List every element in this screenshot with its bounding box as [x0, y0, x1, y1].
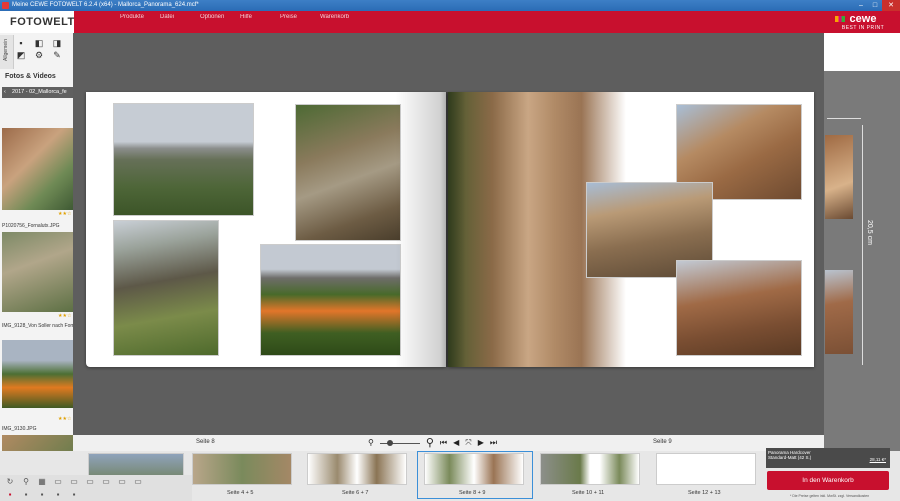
folder-name: 2017 - 02_Mallorca_fe: [12, 89, 67, 95]
menu-warenkorb[interactable]: Warenkorb: [320, 14, 360, 20]
navigation-tools: ⚲ ⚲ ⏮ ◀ ⤧ ▶ ⏭: [368, 436, 497, 450]
tab-allgemein[interactable]: Allgemein: [3, 39, 9, 61]
menu-optionen[interactable]: Optionen: [200, 14, 240, 20]
view-icon[interactable]: ▪: [36, 490, 48, 500]
menu-produkte[interactable]: Produkte: [120, 14, 160, 20]
filmstrip-label: Seite 10 + 11: [572, 490, 605, 496]
last-page-icon[interactable]: ⏭: [490, 436, 497, 450]
export-icon[interactable]: ◨: [52, 38, 62, 48]
photo-mountains[interactable]: [113, 103, 254, 216]
photo-orange-grove[interactable]: [260, 244, 401, 356]
tool-icons: ▪ ◧ ◨ ◩ ⚙ ✎: [16, 38, 72, 60]
cewe-logo-icon: [835, 16, 845, 22]
add-to-cart-button[interactable]: In den Warenkorb: [767, 471, 889, 490]
photo-thumbnail[interactable]: [2, 232, 73, 312]
fotowelt-logo: FOTOWELT: [0, 11, 74, 33]
side-tabs: Allgemein: [0, 35, 14, 69]
view-icon[interactable]: ▪: [20, 490, 32, 500]
product-price[interactable]: 28,11 €*: [870, 457, 886, 462]
wand-icon[interactable]: ✎: [52, 50, 62, 60]
zoom-slider[interactable]: [379, 439, 420, 446]
next-page-icon[interactable]: ▶: [478, 436, 484, 450]
layout-icon[interactable]: ▭: [132, 477, 144, 487]
chevron-left-icon[interactable]: ‹: [4, 87, 6, 98]
dimension-line: [862, 125, 863, 365]
dimension-line: [827, 118, 861, 119]
folder-select[interactable]: ‹ 2017 - 02_Mallorca_fe: [2, 87, 73, 98]
filmstrip-selection: [417, 451, 533, 499]
layout-icon[interactable]: ▭: [116, 477, 128, 487]
price-note: * Die Preise gelten inkl. MwSt. zzgl. Ve…: [790, 494, 870, 498]
view-icon[interactable]: ▪: [68, 490, 80, 500]
window-controls: – □ ✕: [854, 0, 900, 11]
zoom-out-icon[interactable]: ⚲: [368, 436, 374, 450]
menu-datei[interactable]: Datei: [160, 14, 200, 20]
zoom-in-icon[interactable]: ⚲: [426, 436, 434, 450]
settings-icon[interactable]: ◩: [16, 50, 26, 60]
photo-rating[interactable]: ★★☆: [58, 416, 71, 422]
photo-stone-path[interactable]: [295, 104, 401, 241]
product-info: Panorama Hardcover Standard-Matt (42 S.)…: [766, 448, 890, 468]
cewe-logo: cewe BEST IN PRINT: [826, 13, 900, 33]
photo-label: P1020756_Fornalutx.JPG: [2, 223, 60, 229]
first-page-icon[interactable]: ⏮: [440, 436, 447, 450]
filmstrip-spread[interactable]: [192, 453, 292, 485]
right-page-label: Seite 9: [653, 439, 672, 445]
photo-thumbnail[interactable]: [2, 340, 73, 408]
photo-thumbnail[interactable]: [2, 128, 73, 210]
spine-shadow-left: [395, 92, 448, 367]
grid-icon[interactable]: ▦: [36, 477, 48, 487]
filmstrip-label: Seite 6 + 7: [342, 490, 369, 496]
filmstrip-spread[interactable]: [307, 453, 407, 485]
zoom-slider-knob[interactable]: [386, 439, 393, 446]
bottom-toolbar: ↻ ⚲ ▦ ▭ ▭ ▭ ▭ ▭ ▭ ▪ ▪ ▪ ▪ ▪: [0, 475, 192, 501]
layout-icon[interactable]: ▭: [100, 477, 112, 487]
gear-icon[interactable]: ⚙: [34, 50, 44, 60]
layout-icon[interactable]: ▭: [68, 477, 80, 487]
layout-icon[interactable]: ▭: [52, 477, 64, 487]
menu-preise[interactable]: Preise: [280, 14, 320, 20]
photo-houses-bottom[interactable]: [676, 260, 802, 356]
spine-shadow-right: [448, 92, 466, 367]
photo-label: IMG_9130.JPG: [2, 426, 37, 432]
filmstrip-spread[interactable]: [540, 453, 640, 485]
next-page-preview-photo: [825, 270, 853, 354]
rotate-icon[interactable]: ↻: [4, 477, 16, 487]
photo-rating[interactable]: ★★☆: [58, 211, 71, 217]
right-panel-header: [824, 33, 900, 71]
minimize-button[interactable]: –: [854, 0, 868, 11]
menu-hilfe[interactable]: Hilfe: [240, 14, 280, 20]
search-icon[interactable]: ⚲: [20, 477, 32, 487]
app-icon: [2, 2, 9, 9]
filmstrip-spread[interactable]: [656, 453, 756, 485]
fit-view-icon[interactable]: ⤧: [465, 436, 471, 450]
filmstrip-label: Seite 4 + 5: [227, 490, 254, 496]
window-title: Meine CEWE FOTOWELT 6.2.4 (x64) - Mallor…: [12, 2, 199, 8]
left-page-label: Seite 8: [196, 439, 215, 445]
window-titlebar: Meine CEWE FOTOWELT 6.2.4 (x64) - Mallor…: [0, 0, 900, 11]
view-icon[interactable]: ▪: [4, 490, 16, 500]
filmstrip-label: Seite 12 + 13: [688, 490, 721, 496]
previous-page-icon[interactable]: ◀: [453, 436, 459, 450]
photo-olive-tree[interactable]: [113, 220, 219, 356]
photo-label: IMG_9128_Von Soller nach Fom: [2, 323, 75, 329]
height-dimension: 20,5 cm: [866, 220, 873, 245]
photo-rating[interactable]: ★★☆: [58, 313, 71, 319]
close-button[interactable]: ✕: [882, 0, 900, 11]
view-icon[interactable]: ▪: [52, 490, 64, 500]
save-icon[interactable]: ▪: [16, 38, 26, 48]
duplicate-icon[interactable]: ◧: [34, 38, 44, 48]
cewe-tagline: BEST IN PRINT: [841, 25, 885, 31]
next-page-preview-photo: [825, 135, 853, 219]
main-menu: Produkte Datei Optionen Hilfe Preise War…: [120, 14, 360, 20]
maximize-button[interactable]: □: [868, 0, 882, 11]
photos-title: Fotos & Videos: [5, 73, 56, 80]
layout-icon[interactable]: ▭: [84, 477, 96, 487]
